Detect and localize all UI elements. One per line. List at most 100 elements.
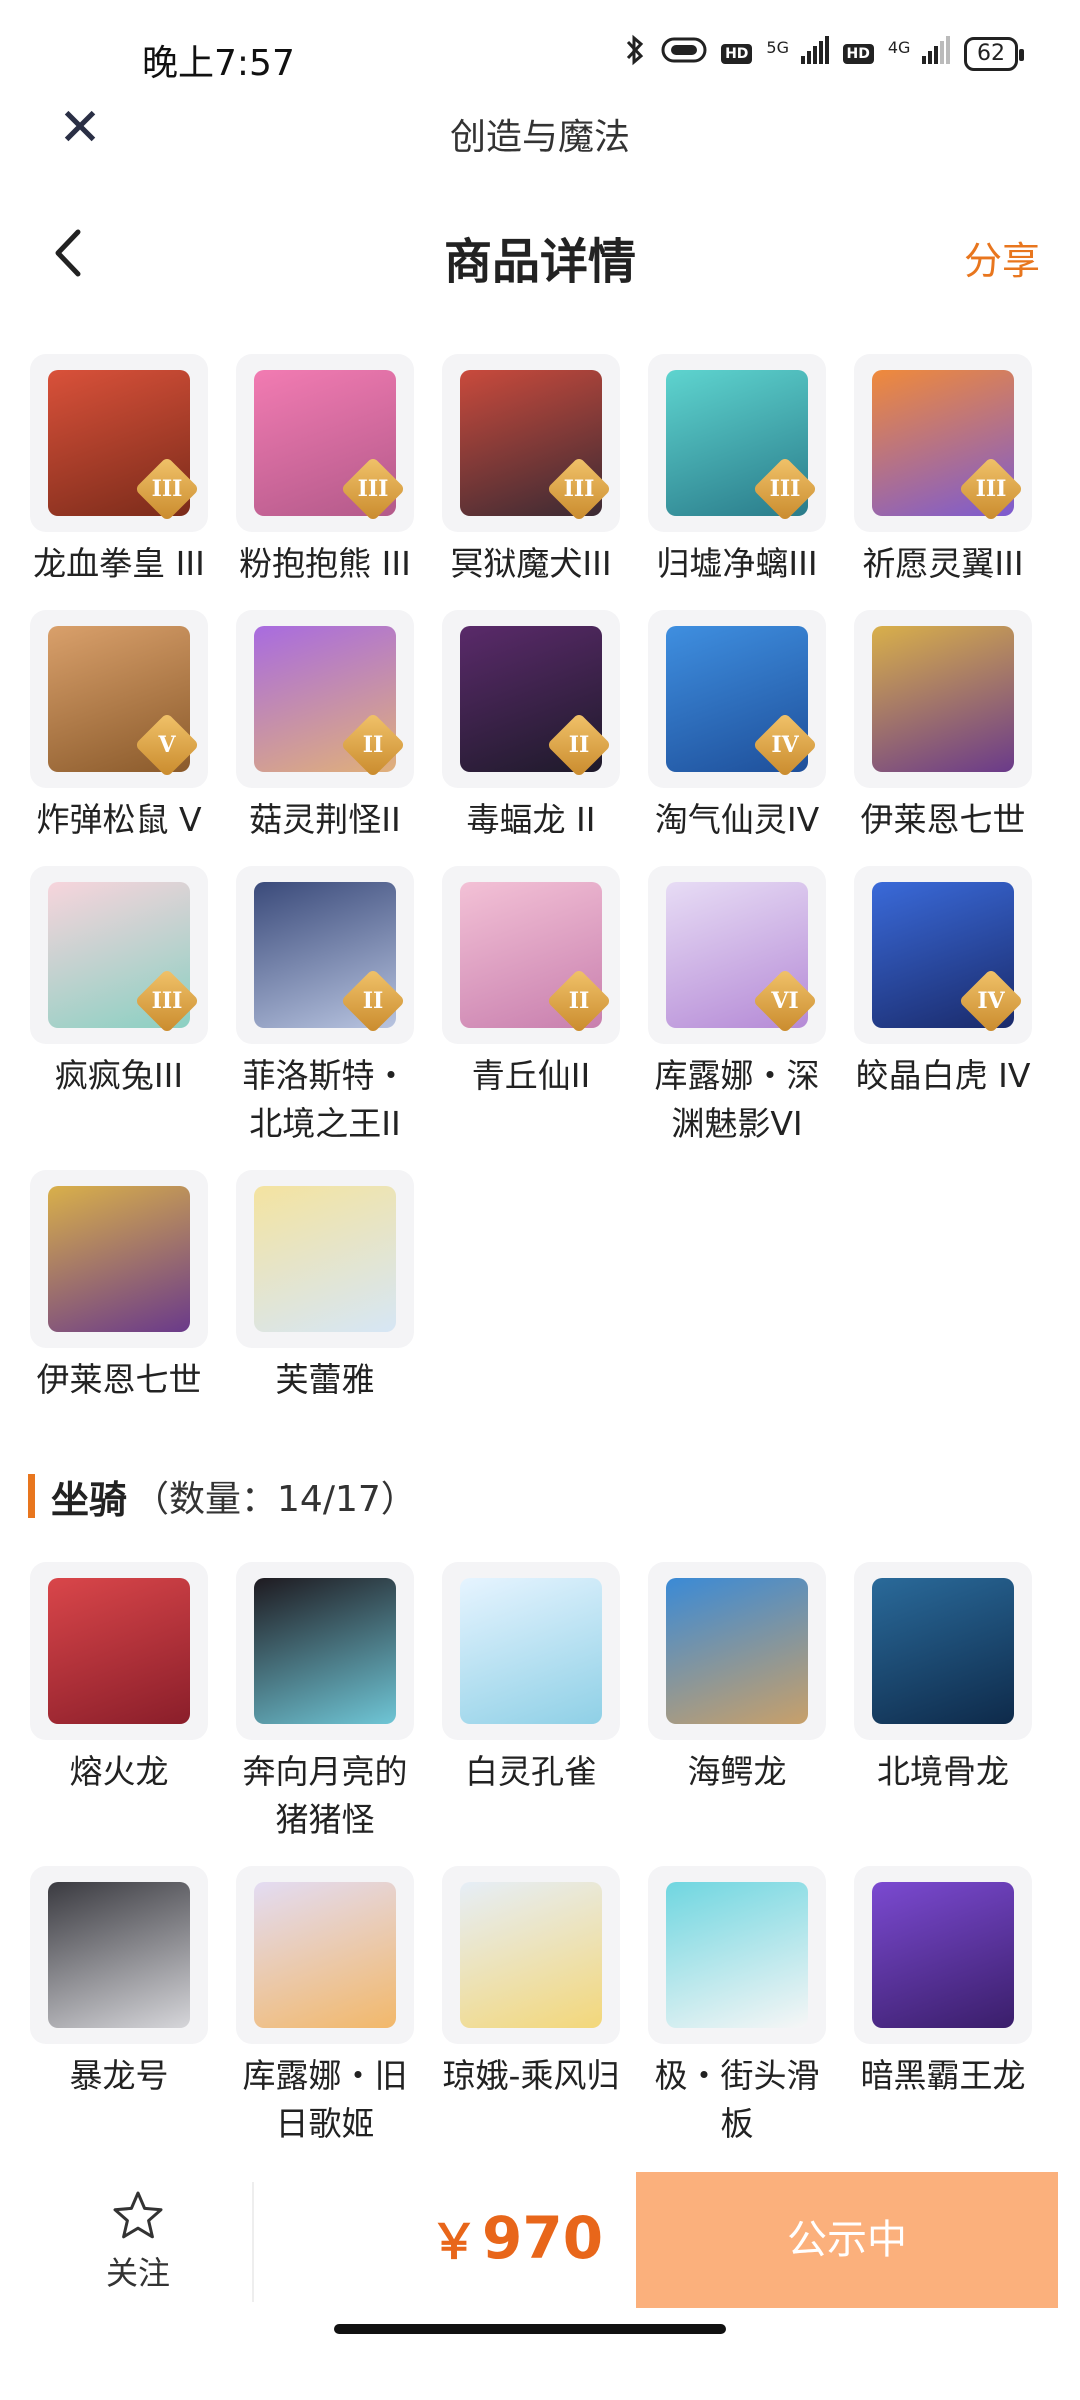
pet-item[interactable]: III 归墟净螭III	[646, 354, 828, 588]
signal-5g: 5G	[766, 36, 829, 72]
item-thumbnail	[854, 1562, 1032, 1740]
item-thumbnail	[30, 1562, 208, 1740]
pet-item[interactable]: VI 库露娜・深渊魅影VI	[646, 866, 828, 1148]
mount-item[interactable]: 暴龙号	[28, 1866, 210, 2100]
pet-item[interactable]: III 祈愿灵翼III	[852, 354, 1034, 588]
item-thumbnail: II	[236, 610, 414, 788]
item-name: 归墟净螭III	[656, 544, 818, 583]
item-name: 疯疯兔III	[54, 1056, 184, 1095]
signal-bars-icon	[800, 36, 829, 64]
hd-icon-2: HD	[842, 44, 874, 64]
price-value: 970	[482, 2204, 604, 2272]
rank-badge-icon: II	[546, 712, 612, 778]
pet-item[interactable]: II 菲洛斯特・北境之王II	[234, 866, 416, 1148]
pet-item[interactable]: II 毒蝠龙 II	[440, 610, 622, 844]
signal-bars-icon-2	[922, 36, 950, 64]
mount-item[interactable]: 北境骨龙	[852, 1562, 1034, 1796]
pet-item[interactable]: III 冥狱魔犬III	[440, 354, 622, 588]
rank-badge-icon: IV	[958, 968, 1024, 1034]
mount-item[interactable]: 暗黑霸王龙	[852, 1866, 1034, 2100]
item-name: 库露娜・旧日歌姬	[242, 2056, 408, 2143]
status-bar: 晚上7:57 HD 5G HD 4G 62	[0, 0, 1080, 100]
home-indicator[interactable]	[334, 2324, 726, 2334]
rank-badge-icon: III	[958, 456, 1024, 522]
item-name: 伊莱恩七世	[36, 1360, 202, 1399]
item-thumbnail: III	[30, 866, 208, 1044]
mount-item[interactable]: 极・街头滑板	[646, 1866, 828, 2148]
rank-badge-label: III	[151, 988, 183, 1014]
publicity-status-button[interactable]: 公示中	[636, 2172, 1058, 2308]
mount-item[interactable]: 琼娥-乘风归	[440, 1866, 622, 2100]
pet-item[interactable]: II 青丘仙II	[440, 866, 622, 1100]
item-thumbnail: III	[236, 354, 414, 532]
pet-item[interactable]: III 龙血拳皇 III	[28, 354, 210, 588]
item-thumbnail	[30, 1866, 208, 2044]
section-title: 坐骑	[51, 1477, 128, 1522]
rank-badge-label: III	[151, 476, 183, 502]
pet-item[interactable]: 伊莱恩七世	[852, 610, 1034, 844]
pet-item[interactable]: IV 淘气仙灵IV	[646, 610, 828, 844]
rank-badge-icon: II	[340, 968, 406, 1034]
pet-item[interactable]: 芙蕾雅	[234, 1170, 416, 1404]
pet-item[interactable]: IV 皎晶白虎 IV	[852, 866, 1034, 1100]
item-thumbnail	[648, 1866, 826, 2044]
item-thumbnail	[854, 1866, 1032, 2044]
follow-button[interactable]: 关注	[28, 2172, 248, 2308]
item-thumbnail: III	[648, 354, 826, 532]
star-icon	[113, 2191, 163, 2239]
pet-item[interactable]: II 菇灵荆怪II	[234, 610, 416, 844]
item-thumbnail	[236, 1562, 414, 1740]
rank-badge-icon: III	[134, 456, 200, 522]
share-button[interactable]: 分享	[964, 230, 1040, 285]
mount-item[interactable]: 奔向月亮的猪猪怪	[234, 1562, 416, 1844]
mount-item[interactable]: 库露娜・旧日歌姬	[234, 1866, 416, 2148]
item-thumbnail: III	[854, 354, 1032, 532]
page-header: 商品详情 分享	[0, 210, 1080, 300]
status-time: 晚上7:57	[142, 43, 295, 84]
item-thumbnail	[648, 1562, 826, 1740]
signal-4g: 4G	[888, 36, 950, 72]
mount-item[interactable]: 白灵孔雀	[440, 1562, 622, 1796]
price: ￥970	[430, 2202, 603, 2272]
item-name: 菇灵荆怪II	[249, 800, 401, 839]
rank-badge-icon: V	[134, 712, 200, 778]
character-image	[872, 1882, 1014, 2028]
item-name: 冥狱魔犬III	[450, 544, 612, 583]
rank-badge-icon: IV	[752, 712, 818, 778]
rank-badge-label: III	[563, 476, 595, 502]
pet-item[interactable]: V 炸弹松鼠 V	[28, 610, 210, 844]
rank-badge-label: III	[769, 476, 801, 502]
rank-badge-label: IV	[977, 988, 1005, 1014]
alarm-toggle-icon	[661, 36, 707, 72]
rank-badge-icon: III	[752, 456, 818, 522]
rank-badge-icon: III	[546, 456, 612, 522]
pet-item[interactable]: III 疯疯兔III	[28, 866, 210, 1100]
item-name: 炸弹松鼠 V	[36, 800, 202, 839]
network-type-5g: 5G	[766, 38, 789, 57]
item-name: 粉抱抱熊 III	[239, 544, 411, 583]
item-thumbnail: III	[442, 354, 620, 532]
rank-badge-label: II	[362, 988, 384, 1014]
item-thumbnail: II	[442, 610, 620, 788]
currency-symbol: ￥	[430, 2214, 479, 2270]
item-name: 暴龙号	[69, 2056, 169, 2095]
status-icons: HD 5G HD 4G 62	[623, 34, 1024, 74]
pet-item[interactable]: III 粉抱抱熊 III	[234, 354, 416, 588]
rank-badge-icon: III	[134, 968, 200, 1034]
rank-badge-label: II	[568, 732, 590, 758]
rank-badge-icon: II	[546, 968, 612, 1034]
mount-item[interactable]: 海鳄龙	[646, 1562, 828, 1796]
character-image	[48, 1186, 190, 1332]
mount-item[interactable]: 熔火龙	[28, 1562, 210, 1796]
item-name: 奔向月亮的猪猪怪	[242, 1752, 408, 1839]
item-thumbnail	[442, 1866, 620, 2044]
item-thumbnail: II	[442, 866, 620, 1044]
battery-icon: 62	[964, 37, 1024, 71]
rank-badge-label: IV	[771, 732, 799, 758]
follow-label: 关注	[105, 2254, 170, 2292]
character-image	[872, 1578, 1014, 1724]
pet-item[interactable]: 伊莱恩七世	[28, 1170, 210, 1404]
item-name: 暗黑霸王龙	[860, 2056, 1026, 2095]
rank-badge-icon: VI	[752, 968, 818, 1034]
section-accent-bar	[28, 1474, 35, 1518]
